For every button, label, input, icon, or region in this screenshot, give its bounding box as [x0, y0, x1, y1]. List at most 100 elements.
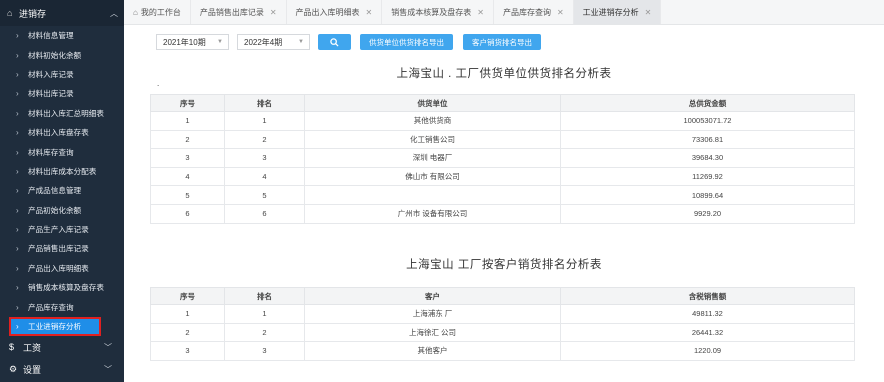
- column-header: 总供货金额: [560, 94, 855, 112]
- caret-down-icon: ▼: [298, 39, 304, 45]
- stray-dot: .: [157, 79, 160, 88]
- tab-product-in-out-detail[interactable]: 产品出入库明细表 ✕: [287, 0, 383, 24]
- tab-workbench[interactable]: ⌂ 我的工作台: [124, 0, 191, 24]
- sidebar-item[interactable]: › 产品初始化余额: [0, 201, 124, 220]
- sidebar-item[interactable]: › 产品库存查询: [0, 297, 124, 316]
- sidebar-group-inventory[interactable]: ⌂ 进销存 ︿: [0, 0, 124, 26]
- table-cell: 5: [150, 185, 225, 205]
- main-content: 2021年10期 ▼ 2022年4期 ▼ 供货单位供货排名导出 客户销货排名导出…: [124, 25, 884, 382]
- sidebar-item[interactable]: › 材料出入库汇总明细表: [0, 104, 124, 123]
- table-row: 1 1 其他供货商 100053071.72: [150, 111, 855, 131]
- table-cell: 4: [224, 166, 305, 187]
- home-icon: ⌂: [133, 7, 138, 17]
- customer-table-title: 上海宝山 工厂按客户销货排名分析表: [406, 259, 602, 271]
- chevron-down-icon: ﹀: [104, 342, 112, 352]
- sidebar-item[interactable]: › 产品出入库明细表: [0, 259, 124, 278]
- chevron-right-icon: ›: [16, 89, 19, 99]
- table-cell: 1: [224, 304, 305, 324]
- sidebar-item[interactable]: › 材料初始化余额: [0, 45, 124, 64]
- sidebar-item-label: 销售成本核算及盘存表: [28, 283, 104, 293]
- tab-industrial-analysis[interactable]: 工业进销存分析 ✕: [573, 0, 662, 24]
- sidebar-item[interactable]: › 产品销售出库记录: [0, 239, 124, 258]
- table-cell: 10899.64: [560, 185, 855, 205]
- table-cell: 3: [224, 341, 305, 361]
- table-cell: 佛山市 有限公司: [304, 166, 561, 187]
- chevron-right-icon: ›: [16, 147, 19, 157]
- caret-down-icon: ▼: [217, 39, 223, 45]
- chevron-right-icon: ›: [16, 166, 19, 176]
- table-row: 5 5 10899.64: [150, 185, 855, 205]
- sidebar-group-label: 进销存: [19, 8, 47, 19]
- chevron-right-icon: ›: [16, 205, 19, 215]
- gear-icon: ⚙: [9, 363, 18, 374]
- sidebar-item[interactable]: › 材料出入库盘存表: [0, 123, 124, 142]
- table-cell: 6: [150, 203, 225, 224]
- sidebar-item-label: 材料出库成本分配表: [28, 166, 97, 176]
- column-header: 序号: [150, 287, 225, 305]
- export-customer-ranking-button[interactable]: 客户销货排名导出: [463, 34, 541, 50]
- sidebar-item-label: 材料信息管理: [28, 31, 74, 41]
- dollar-icon: $: [9, 342, 15, 353]
- sidebar-item-label: 产品出入库明细表: [28, 263, 89, 273]
- close-icon[interactable]: ✕: [645, 8, 652, 17]
- table-cell: 化工销售公司: [304, 129, 561, 150]
- sidebar-group-salary[interactable]: $ 工资 ﹀: [0, 336, 124, 358]
- table-cell: 其他客户: [304, 341, 561, 361]
- sidebar-item-label: 材料初始化余额: [28, 50, 82, 60]
- chevron-right-icon: ›: [16, 31, 19, 41]
- sidebar-item-label: 材料出入库盘存表: [28, 128, 89, 138]
- table-cell: 2: [150, 129, 225, 150]
- sidebar-item-label: 材料出入库汇总明细表: [28, 108, 104, 118]
- sidebar-group-settings[interactable]: ⚙ 设置 ﹀: [0, 358, 124, 380]
- sidebar-item[interactable]: › 产品生产入库记录: [0, 220, 124, 239]
- sidebar-item[interactable]: › 材料出库记录: [0, 84, 124, 103]
- export-supplier-ranking-button[interactable]: 供货单位供货排名导出: [360, 34, 453, 50]
- sidebar-item[interactable]: › 销售成本核算及盘存表: [0, 278, 124, 297]
- table-cell: 1: [150, 304, 225, 324]
- table-row: 3 3 其他客户 1220.09: [150, 341, 855, 361]
- tab-label: 我的工作台: [140, 7, 181, 17]
- sidebar-item-label: 产品销售出库记录: [28, 244, 89, 254]
- customer-ranking-table: 序号 排名 客户 含税销售额 1 1 上海浦东 厂 49811.32 2 2 上海徐汇 公司 264…: [150, 287, 855, 361]
- sidebar-item-label: 材料出库记录: [28, 89, 74, 99]
- end-period-select[interactable]: 2022年4期 ▼: [237, 34, 310, 50]
- table-row: 1 1 上海浦东 厂 49811.32: [150, 304, 855, 324]
- table-cell: 3: [224, 148, 305, 168]
- sidebar-item-label: 产品生产入库记录: [28, 225, 89, 235]
- search-button[interactable]: [318, 34, 351, 50]
- close-icon[interactable]: ✕: [557, 8, 564, 17]
- sidebar-item[interactable]: › 材料入库记录: [0, 65, 124, 84]
- sidebar-item[interactable]: › 产成品信息管理: [0, 181, 124, 200]
- table-cell: 2: [224, 129, 305, 150]
- table-cell: 11269.92: [560, 166, 855, 187]
- table-cell: 2: [150, 322, 225, 343]
- chevron-right-icon: ›: [16, 128, 19, 138]
- table-cell: 其他供货商: [304, 111, 561, 131]
- sidebar-item[interactable]: › 材料库存查询: [0, 142, 124, 161]
- chevron-right-icon: ›: [16, 322, 19, 332]
- close-icon[interactable]: ✕: [366, 8, 373, 17]
- sidebar-item[interactable]: › 工业进销存分析: [9, 316, 101, 337]
- sidebar-group-label: 工资: [23, 342, 42, 353]
- start-period-value: 2021年10期: [163, 37, 206, 47]
- tab-bar: ⌂ 我的工作台 产品销售出库记录 ✕ 产品出入库明细表 ✕ 销售成本核算及盘存表…: [124, 0, 884, 25]
- sidebar-item[interactable]: › 材料信息管理: [0, 26, 124, 45]
- close-icon[interactable]: ✕: [477, 8, 484, 17]
- tab-product-stock-query[interactable]: 产品库存查询 ✕: [494, 0, 574, 24]
- table-cell: 6: [224, 203, 305, 224]
- sidebar-item[interactable]: › 材料出库成本分配表: [0, 162, 124, 181]
- table-cell: 5: [224, 185, 305, 205]
- table-cell: 上海徐汇 公司: [304, 322, 561, 343]
- column-header: 排名: [224, 287, 305, 305]
- start-period-select[interactable]: 2021年10期 ▼: [156, 34, 229, 50]
- close-icon[interactable]: ✕: [270, 8, 277, 17]
- tab-label: 销售成本核算及盘存表: [391, 7, 472, 17]
- table-cell: 上海浦东 厂: [304, 304, 561, 324]
- chevron-right-icon: ›: [16, 263, 19, 273]
- sidebar-item-label: 材料库存查询: [28, 147, 74, 157]
- tab-product-sales-outbound[interactable]: 产品销售出库记录 ✕: [191, 0, 287, 24]
- end-period-value: 2022年4期: [244, 37, 283, 47]
- table-row: 4 4 佛山市 有限公司 11269.92: [150, 166, 855, 187]
- table-cell: 2: [224, 322, 305, 343]
- tab-sales-cost[interactable]: 销售成本核算及盘存表 ✕: [382, 0, 494, 24]
